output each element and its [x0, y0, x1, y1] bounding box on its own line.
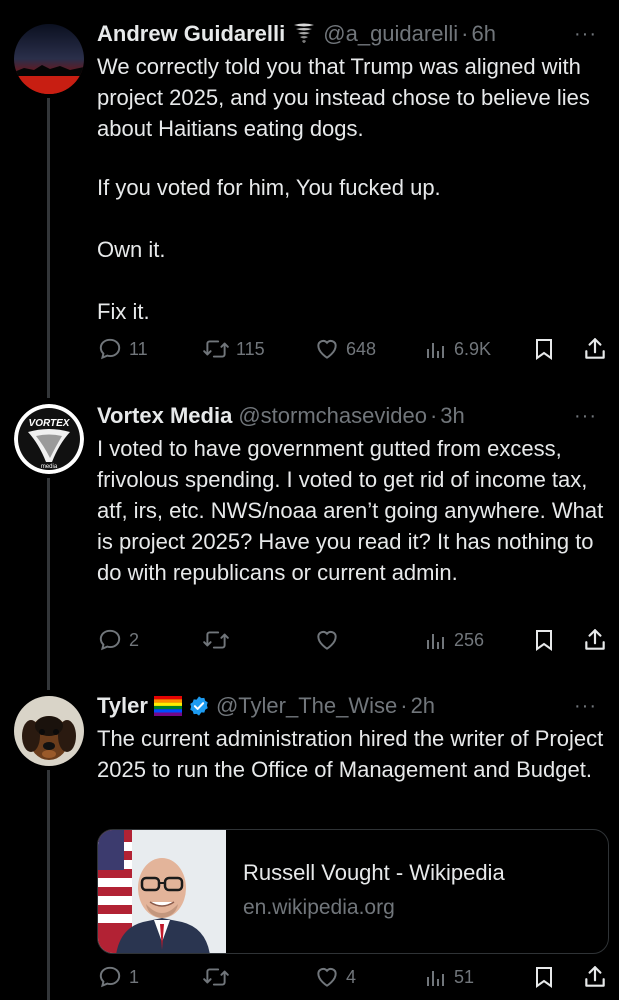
bookmark-icon: [536, 967, 552, 988]
separator-dot: ·: [461, 21, 469, 46]
tweet-paragraph: Fix it.: [97, 299, 150, 324]
tweet-andrew-guidarelli[interactable]: Andrew Guidarelli @a_guidarelli · 6h ···…: [0, 0, 619, 390]
views-button[interactable]: 256: [424, 627, 484, 653]
rainbow-flag-icon: [153, 696, 182, 716]
like-button[interactable]: 648: [314, 336, 376, 362]
tweet-text: We correctly told you that Trump was ali…: [97, 51, 607, 327]
tweet-actions: 11 115 648 6.9K: [97, 336, 609, 368]
share-button[interactable]: [582, 336, 614, 362]
link-preview-card[interactable]: Russell Vought - Wikipedia en.wikipedia.…: [97, 829, 609, 954]
tweet-text: I voted to have government gutted from e…: [97, 433, 607, 588]
heart-icon: [317, 339, 337, 359]
display-name[interactable]: Vortex Media: [97, 403, 232, 429]
heart-icon: [317, 630, 337, 650]
display-name[interactable]: Andrew Guidarelli: [97, 21, 285, 47]
reply-button[interactable]: 2: [97, 627, 139, 653]
retweet-icon: [203, 631, 229, 649]
separator-dot: ·: [400, 693, 408, 718]
like-button[interactable]: [314, 627, 346, 653]
retweet-button[interactable]: 115: [202, 336, 265, 362]
heart-icon: [317, 967, 337, 987]
share-icon: [585, 338, 605, 359]
reply-button[interactable]: 1: [97, 964, 139, 990]
display-name[interactable]: Tyler: [97, 693, 148, 719]
retweet-icon: [203, 340, 229, 358]
reply-count: 2: [129, 629, 140, 650]
timestamp[interactable]: 2h: [411, 693, 435, 719]
tweet-header: Vortex Media @stormchasevideo · 3h ···: [97, 401, 609, 431]
tweet-header: Tyler @Tyler_The_Wise · 2h ···: [97, 691, 609, 721]
share-button[interactable]: [582, 964, 614, 990]
reply-icon: [99, 338, 121, 360]
views-count: 51: [454, 966, 475, 987]
link-preview-image: [98, 830, 226, 953]
bookmark-icon: [536, 339, 552, 360]
tweet-paragraph: I voted to have government gutted from e…: [97, 436, 604, 585]
views-count: 6.9K: [454, 338, 492, 359]
more-options-button[interactable]: ···: [574, 23, 597, 46]
views-icon: [427, 971, 444, 986]
bookmark-button[interactable]: [532, 336, 562, 362]
tweet-paragraph: We correctly told you that Trump was ali…: [97, 54, 590, 141]
tweet-paragraph: If you voted for him, You fucked up.: [97, 175, 441, 200]
views-icon: [427, 634, 444, 649]
tweet-text: The current administration hired the wri…: [97, 723, 607, 785]
share-icon: [585, 629, 605, 650]
like-count: 4: [346, 966, 357, 987]
reply-count: 1: [129, 966, 140, 987]
tweet-actions: 1 4 51: [97, 964, 609, 996]
link-preview-domain: en.wikipedia.org: [243, 896, 395, 919]
reply-button[interactable]: 11: [97, 336, 148, 362]
bookmark-button[interactable]: [532, 964, 562, 990]
avatar-logo-text: VORTEX: [29, 418, 71, 429]
bookmark-button[interactable]: [532, 627, 562, 653]
separator-dot: ·: [429, 403, 438, 428]
avatar[interactable]: VORTEX media: [14, 404, 84, 474]
views-button[interactable]: 6.9K: [424, 336, 491, 362]
tweet-actions: 2 256: [97, 627, 609, 659]
like-button[interactable]: 4: [314, 964, 356, 990]
bookmark-icon: [536, 630, 552, 651]
views-button[interactable]: 51: [424, 964, 474, 990]
user-handle[interactable]: @a_guidarelli: [323, 21, 458, 47]
user-handle[interactable]: @stormchasevideo: [238, 403, 427, 429]
tweet-vortex-media[interactable]: VORTEX media Vortex Media @stormchasevid…: [0, 390, 619, 680]
reply-icon: [99, 629, 121, 651]
reply-count: 11: [129, 338, 148, 359]
avatar-logo-text: media: [41, 464, 58, 470]
share-icon: [585, 966, 605, 987]
link-preview-title: Russell Vought - Wikipedia: [243, 860, 505, 885]
user-handle[interactable]: @Tyler_The_Wise: [216, 693, 397, 719]
tweet-paragraph: Own it.: [97, 237, 166, 262]
more-options-button[interactable]: ···: [574, 695, 597, 718]
timestamp[interactable]: 6h: [471, 21, 495, 47]
retweet-button[interactable]: [202, 627, 236, 653]
reply-icon: [99, 966, 121, 988]
retweet-count: 115: [236, 338, 265, 359]
views-icon: [427, 343, 444, 358]
avatar[interactable]: [14, 24, 84, 94]
retweet-icon: [203, 968, 229, 986]
tweet-header: Andrew Guidarelli @a_guidarelli · 6h ···: [97, 19, 609, 49]
like-count: 648: [346, 338, 377, 359]
more-options-button[interactable]: ···: [574, 405, 597, 428]
tornado-emoji-icon: [291, 21, 317, 47]
avatar[interactable]: [14, 696, 84, 766]
tweet-paragraph: The current administration hired the wri…: [97, 726, 604, 782]
views-count: 256: [454, 629, 485, 650]
retweet-button[interactable]: [202, 964, 236, 990]
verified-badge-icon: [188, 695, 210, 717]
timestamp[interactable]: 3h: [440, 403, 464, 429]
share-button[interactable]: [582, 627, 614, 653]
